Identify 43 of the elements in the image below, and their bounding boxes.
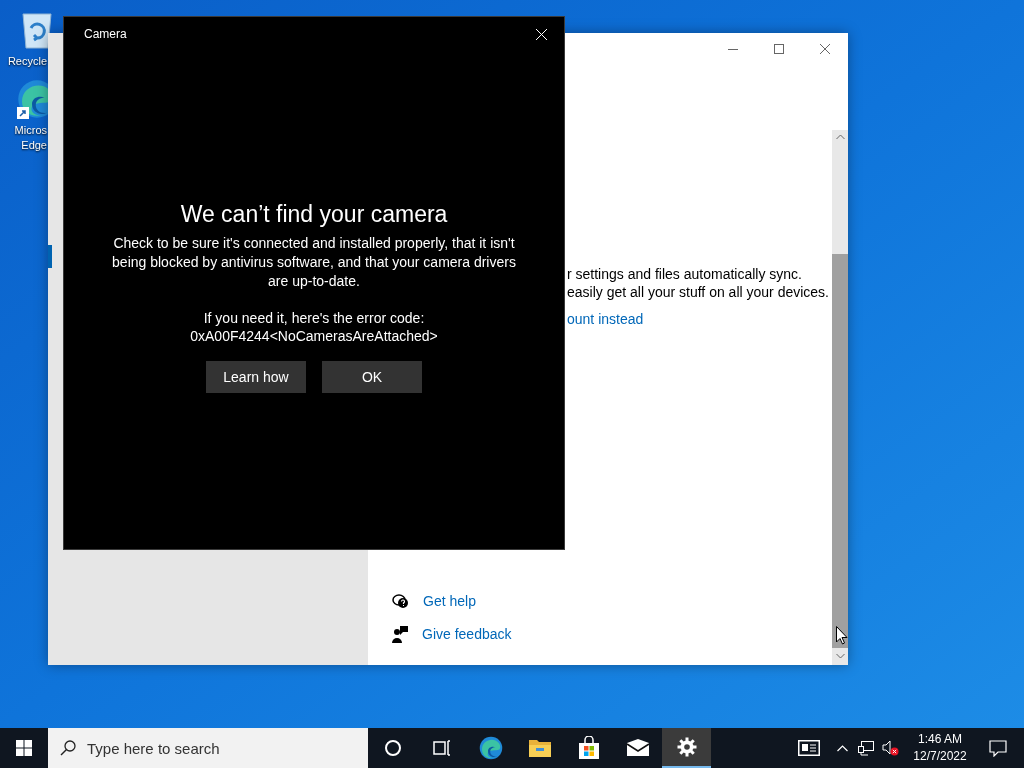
folder-icon [527, 738, 552, 758]
close-icon [535, 28, 547, 40]
newspaper-icon [798, 740, 820, 756]
shortcut-arrow-icon [17, 107, 29, 119]
task-view-icon [432, 740, 451, 756]
desktop-icon-label[interactable]: Recycle [6, 54, 47, 69]
envelope-icon [625, 739, 650, 757]
speech-bubble-icon [989, 739, 1007, 757]
error-code: 0xA00F4244<NoCamerasAreAttached> [190, 327, 438, 345]
error-code-intro: If you need it, here's the error code: [203, 309, 425, 327]
window-title: Camera [84, 26, 127, 43]
circle-icon [383, 739, 402, 757]
clock-button[interactable]: 1:46 AM 12/7/2022 [902, 728, 978, 768]
nav-indicator [48, 245, 52, 268]
search-field[interactable]: Type here to search [48, 728, 368, 768]
edge-icon [478, 736, 503, 760]
windows-logo-icon [16, 740, 32, 756]
mouse-pointer-icon [836, 626, 848, 645]
taskbar-app-button[interactable] [662, 728, 711, 768]
settings-icon [676, 737, 697, 757]
dialog-button[interactable]: Learn how [206, 361, 306, 393]
volume-muted-icon [881, 740, 899, 756]
description-text: r settings and files automatically sync. [567, 265, 803, 283]
feedback-person-icon [392, 626, 408, 643]
error-heading: We can’t find your camera [180, 200, 448, 229]
description-text: easily get all your stuff on all your devices. [567, 283, 829, 301]
account-link[interactable]: ount instead [567, 310, 829, 328]
caret-up-icon [836, 744, 848, 752]
desktop-icon-label[interactable]: Micros Edge [6, 123, 47, 153]
search-icon [60, 740, 76, 756]
dialog-button[interactable]: OK [322, 361, 422, 393]
shopping-bag-icon [577, 736, 600, 760]
network-icon [858, 740, 874, 756]
close-icon [820, 44, 830, 54]
help-chat-icon [392, 593, 409, 610]
help-link[interactable]: Get help [423, 591, 476, 612]
help-link[interactable]: Give feedback [422, 624, 512, 645]
error-message: Check to be sure it's connected and installed properly, that it isn't being blocked by antivirus software, and that your camera drivers are up-to-date. [111, 234, 517, 291]
maximize-icon [774, 44, 784, 54]
scroll-down-icon [835, 653, 845, 659]
scroll-up-icon [835, 134, 845, 140]
scrollbar-thumb[interactable] [832, 254, 848, 648]
minimize-icon [728, 48, 738, 50]
